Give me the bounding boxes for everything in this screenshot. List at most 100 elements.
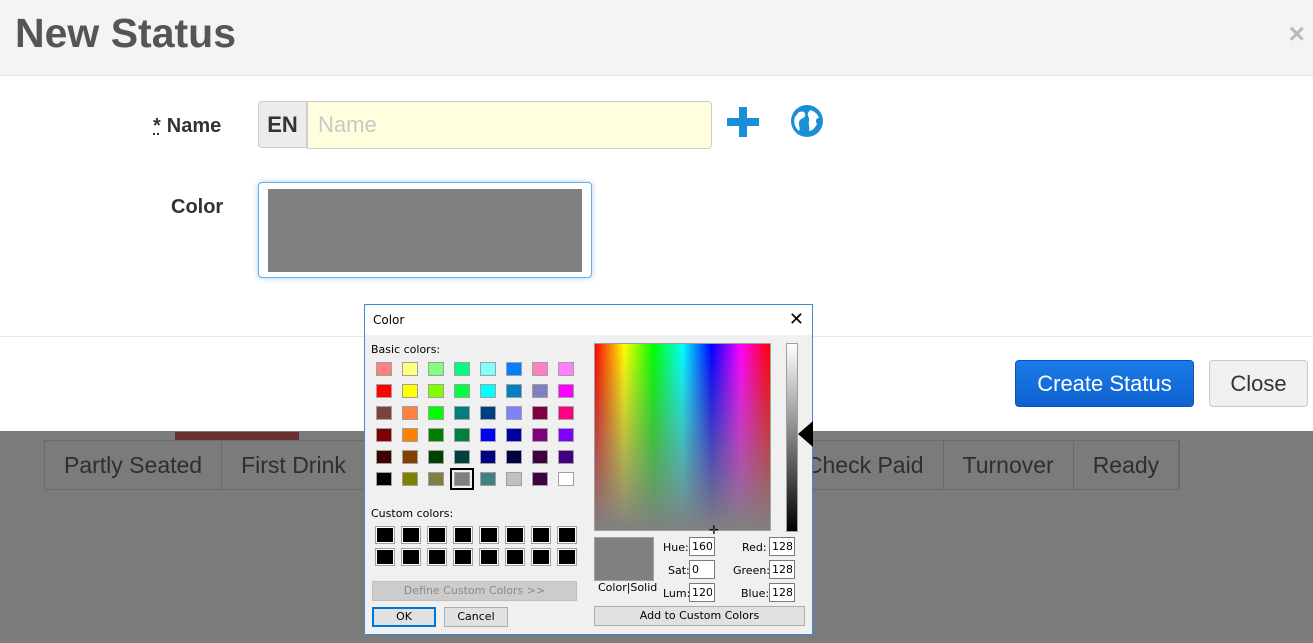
basic-color-swatch[interactable] (450, 468, 474, 490)
language-code-addon[interactable]: EN (258, 101, 307, 148)
basic-color-swatch[interactable] (506, 450, 522, 464)
custom-color-swatch[interactable] (532, 527, 550, 543)
basic-color-swatch[interactable] (532, 362, 548, 376)
blue-input[interactable] (769, 583, 795, 602)
basic-color-swatch[interactable] (480, 406, 496, 420)
custom-color-swatch[interactable] (376, 527, 394, 543)
define-custom-colors-button: Define Custom Colors >> (372, 581, 577, 601)
basic-color-swatch[interactable] (454, 362, 470, 376)
custom-color-swatch[interactable] (506, 527, 524, 543)
basic-color-swatch[interactable] (506, 362, 522, 376)
cancel-button[interactable]: Cancel (444, 607, 508, 627)
basic-color-swatch[interactable] (376, 384, 392, 398)
green-input[interactable] (769, 560, 795, 579)
basic-color-swatch[interactable] (532, 428, 548, 442)
basic-color-swatch[interactable] (402, 384, 418, 398)
basic-color-swatch[interactable] (480, 384, 496, 398)
required-marker: * (153, 115, 161, 137)
custom-color-swatch[interactable] (402, 549, 420, 565)
basic-color-swatch[interactable] (428, 472, 444, 486)
plus-icon[interactable] (727, 107, 759, 137)
basic-color-swatch[interactable] (532, 472, 548, 486)
crosshair-icon[interactable]: ✛ (709, 523, 719, 537)
basic-color-swatch[interactable] (506, 472, 522, 486)
basic-color-swatch[interactable] (454, 428, 470, 442)
basic-colors-label: Basic colors: (371, 343, 441, 356)
basic-color-swatch[interactable] (376, 472, 392, 486)
luminosity-arrow-icon[interactable] (798, 421, 813, 447)
custom-color-swatch[interactable] (558, 527, 576, 543)
ok-button[interactable]: OK (372, 607, 436, 627)
basic-color-swatch[interactable] (558, 384, 574, 398)
luminosity-slider[interactable] (786, 343, 798, 532)
close-button[interactable]: Close (1209, 360, 1308, 407)
create-status-button[interactable]: Create Status (1015, 360, 1194, 407)
custom-color-swatch[interactable] (558, 549, 576, 565)
hue-input[interactable] (689, 537, 715, 556)
basic-color-swatch[interactable] (402, 450, 418, 464)
basic-color-swatch[interactable] (376, 406, 392, 420)
basic-color-swatch[interactable] (428, 428, 444, 442)
sat-input[interactable] (689, 560, 715, 579)
custom-color-swatch[interactable] (428, 527, 446, 543)
basic-color-swatch[interactable] (480, 472, 496, 486)
close-icon[interactable]: × (1289, 18, 1305, 50)
basic-color-swatch[interactable] (558, 450, 574, 464)
modal-title: New Status (15, 10, 236, 56)
basic-color-swatch[interactable] (402, 406, 418, 420)
custom-color-swatch[interactable] (454, 549, 472, 565)
basic-color-swatch[interactable] (428, 384, 444, 398)
custom-color-swatch[interactable] (454, 527, 472, 543)
custom-color-swatch[interactable] (480, 527, 498, 543)
basic-color-swatch[interactable] (558, 406, 574, 420)
custom-colors-label: Custom colors: (371, 507, 454, 520)
sat-label: Sat: (668, 564, 690, 577)
modal-header: New Status × (0, 0, 1313, 76)
basic-color-swatch[interactable] (532, 384, 548, 398)
basic-color-swatch[interactable] (506, 384, 522, 398)
lum-label: Lum: (663, 587, 691, 600)
red-input[interactable] (769, 537, 795, 556)
name-label: * Name (153, 115, 221, 138)
red-label: Red: (742, 541, 767, 554)
basic-color-swatch[interactable] (402, 428, 418, 442)
basic-color-swatch[interactable] (428, 450, 444, 464)
name-label-text: Name (166, 115, 222, 137)
basic-color-swatch[interactable] (532, 406, 548, 420)
basic-color-swatch[interactable] (402, 362, 418, 376)
lum-input[interactable] (689, 583, 715, 602)
basic-color-swatch[interactable] (480, 362, 496, 376)
custom-color-swatch[interactable] (428, 549, 446, 565)
basic-color-swatch[interactable] (402, 472, 418, 486)
custom-color-swatch[interactable] (376, 549, 394, 565)
custom-color-swatch[interactable] (532, 549, 550, 565)
basic-color-swatch[interactable] (558, 428, 574, 442)
add-to-custom-colors-button[interactable]: Add to Custom Colors (594, 606, 805, 626)
basic-color-swatch[interactable] (532, 450, 548, 464)
basic-color-swatch[interactable] (558, 362, 574, 376)
custom-color-swatch[interactable] (506, 549, 524, 565)
basic-color-swatch[interactable] (376, 450, 392, 464)
green-label: Green: (733, 564, 771, 577)
basic-color-swatch[interactable] (454, 450, 470, 464)
custom-color-swatch[interactable] (480, 549, 498, 565)
basic-color-swatch[interactable] (428, 362, 444, 376)
basic-color-swatch[interactable] (376, 428, 392, 442)
basic-color-swatch[interactable] (454, 384, 470, 398)
basic-color-swatch[interactable] (428, 406, 444, 420)
dialog-close-icon[interactable]: ✕ (789, 309, 804, 330)
name-input[interactable] (307, 101, 712, 149)
basic-color-swatch[interactable] (480, 450, 496, 464)
custom-color-swatch[interactable] (402, 527, 420, 543)
blue-label: Blue: (741, 587, 770, 600)
globe-icon[interactable] (790, 104, 824, 138)
basic-color-swatch[interactable] (454, 406, 470, 420)
basic-color-swatch[interactable] (506, 406, 522, 420)
basic-color-swatch[interactable] (506, 428, 522, 442)
hue-saturation-spectrum[interactable] (594, 343, 771, 531)
basic-color-swatch[interactable] (376, 362, 392, 376)
color-preview-swatch[interactable] (268, 189, 582, 272)
basic-color-swatch[interactable] (558, 472, 574, 486)
color-picker-field[interactable] (258, 182, 592, 278)
basic-color-swatch[interactable] (480, 428, 496, 442)
